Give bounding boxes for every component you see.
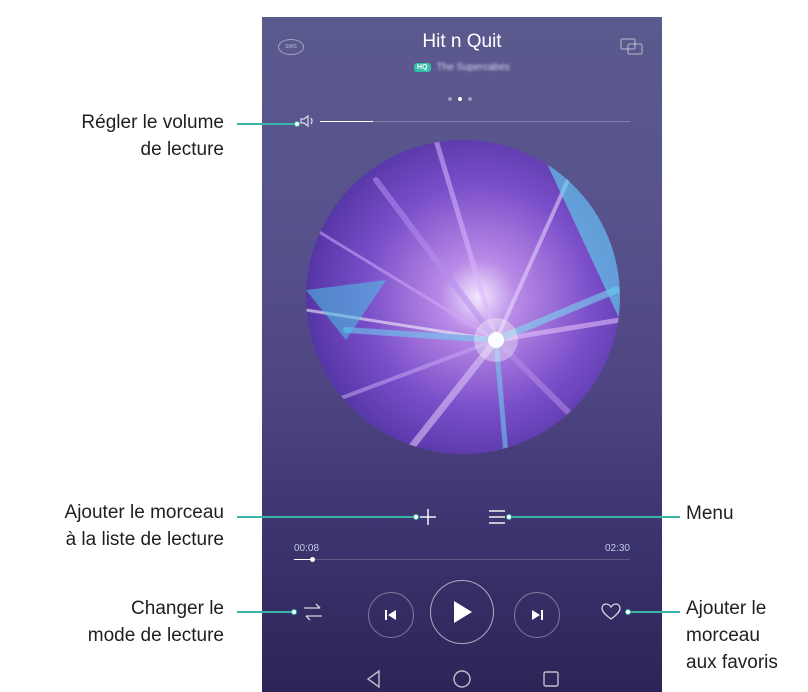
menu-annotation: Menu [686, 502, 734, 526]
shuffle-mode-icon[interactable] [302, 601, 324, 623]
next-button[interactable] [514, 592, 560, 638]
home-nav-icon[interactable] [451, 668, 473, 690]
add-to-playlist-icon[interactable] [417, 506, 439, 528]
favorite-annotation-line3: aux favoris [686, 652, 778, 673]
cast-to-device-icon[interactable] [620, 37, 644, 57]
back-nav-icon[interactable] [363, 668, 385, 690]
favorite-heart-icon[interactable] [600, 601, 622, 623]
favorite-callout-line [628, 611, 680, 613]
play-icon [454, 601, 472, 623]
favorite-annotation-line2: morceau [686, 625, 760, 646]
page-dot [468, 97, 472, 101]
favorite-annotation: Ajouter le morceau aux favoris [686, 597, 778, 675]
page-indicator [448, 97, 472, 101]
progress-thumb[interactable] [310, 557, 315, 562]
artist-row: HQ The Supercabes [262, 62, 662, 73]
page-dot-active [458, 97, 462, 101]
recents-nav-icon[interactable] [540, 668, 562, 690]
volume-annotation: Régler le volume de lecture [81, 111, 224, 162]
progress-bar[interactable] [294, 557, 630, 562]
elapsed-time: 00:08 [294, 543, 320, 554]
volume-icon[interactable] [299, 114, 317, 128]
hq-badge: HQ [414, 63, 431, 72]
volume-slider-fill [320, 121, 373, 122]
play-mode-annotation-line2: mode de lecture [87, 625, 224, 646]
artist-name: The Supercabes [436, 62, 510, 73]
play-mode-annotation: Changer le mode de lecture [88, 597, 224, 648]
play-mode-callout-dot [291, 609, 297, 615]
music-player-screen: SWS Hit n Quit HQ The Supercabes 00:08 0… [262, 17, 662, 692]
previous-button[interactable] [368, 592, 414, 638]
song-title: Hit n Quit [422, 31, 502, 52]
add-to-playlist-callout-line [237, 516, 415, 518]
menu-icon[interactable] [486, 506, 508, 528]
volume-callout-line [237, 123, 295, 125]
favorite-callout-dot [625, 609, 631, 615]
volume-annotation-line1: Régler le volume [81, 112, 224, 133]
menu-callout-dot [506, 514, 512, 520]
favorite-annotation-line1: Ajouter le [686, 598, 767, 619]
play-mode-callout-line [237, 611, 293, 613]
previous-track-icon [385, 610, 396, 620]
album-art [306, 140, 620, 454]
total-time: 02:30 [604, 543, 630, 554]
next-track-icon [532, 610, 543, 620]
add-to-playlist-annotation-line1: Ajouter le morceau [64, 502, 224, 523]
add-to-playlist-annotation-line2: à la liste de lecture [65, 529, 224, 550]
menu-annotation-line1: Menu [686, 503, 734, 524]
menu-callout-line [509, 516, 680, 518]
add-to-playlist-callout-dot [413, 514, 419, 520]
play-button[interactable] [430, 580, 494, 644]
volume-annotation-line2: de lecture [140, 139, 224, 160]
volume-slider[interactable] [320, 121, 630, 122]
page-dot [448, 97, 452, 101]
play-mode-annotation-line1: Changer le [131, 598, 224, 619]
add-to-playlist-annotation: Ajouter le morceau à la liste de lecture [65, 501, 224, 552]
volume-callout-dot [294, 121, 300, 127]
